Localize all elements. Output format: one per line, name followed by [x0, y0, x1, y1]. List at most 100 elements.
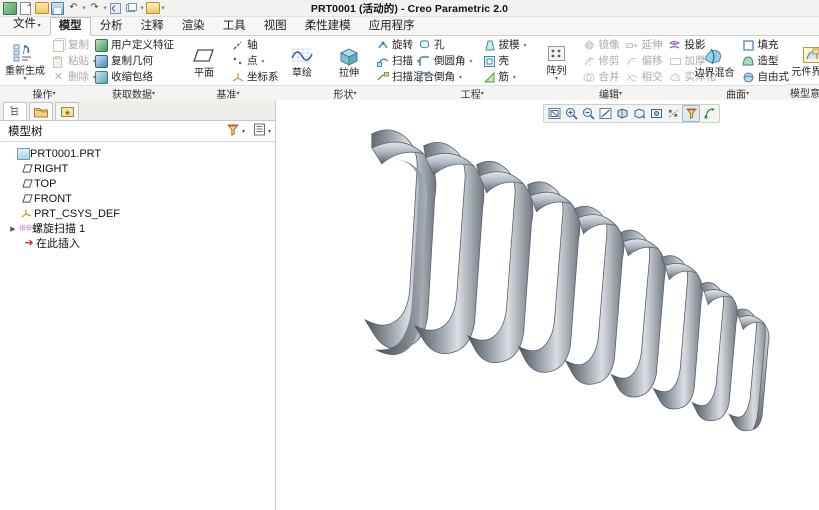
- user-defined-feature-button[interactable]: 用户定义特征: [93, 38, 176, 53]
- tree-item-front-plane[interactable]: FRONT: [0, 191, 275, 206]
- filter-caret-icon[interactable]: ▾: [242, 128, 245, 135]
- window-icon[interactable]: [124, 1, 139, 15]
- round-button[interactable]: 倒圆角 ▾: [416, 54, 475, 69]
- engineering-label-text: 工程: [460, 90, 481, 101]
- annotation-display-icon[interactable]: [682, 105, 700, 122]
- mirror-label: 镜像: [598, 39, 620, 51]
- sketch-button[interactable]: 草绘: [280, 43, 324, 80]
- refit-icon[interactable]: [546, 106, 562, 121]
- offset-button[interactable]: 偏移: [624, 54, 665, 69]
- favorites-tab[interactable]: [55, 102, 79, 120]
- model-tree[interactable]: PRT0001.PRT RIGHT TOP FRONT PRT_CSYS_DEF…: [0, 142, 275, 510]
- trim-button[interactable]: 修剪: [581, 54, 622, 69]
- ribbon-group-surfaces-label[interactable]: 曲面 ▾: [689, 85, 786, 101]
- new-file-icon[interactable]: [18, 1, 33, 15]
- regenerate-icon[interactable]: [108, 1, 123, 15]
- ribbon-group-engineering-label[interactable]: 工程 ▾: [413, 85, 532, 101]
- tab-analysis[interactable]: 分析: [91, 17, 132, 35]
- shrinkwrap-button[interactable]: 收缩包络: [93, 70, 176, 85]
- display-style-icon[interactable]: [614, 106, 630, 121]
- mirror-button[interactable]: 镜像: [581, 38, 622, 53]
- style-button[interactable]: 造型: [740, 54, 792, 69]
- tree-item-right-plane[interactable]: RIGHT: [0, 161, 275, 176]
- datum-axis-icon: [231, 39, 244, 52]
- tab-applications[interactable]: 应用程序: [360, 17, 424, 35]
- undo-caret-icon[interactable]: ▾: [82, 4, 86, 12]
- extrude-button[interactable]: 拉伸: [327, 43, 371, 80]
- rib-caret-icon[interactable]: ▾: [513, 74, 516, 81]
- close-window-icon[interactable]: [145, 1, 160, 15]
- datum-plane-button[interactable]: 平面: [182, 43, 226, 80]
- fill-button[interactable]: 填充: [740, 38, 792, 53]
- redo-caret-icon[interactable]: ▾: [103, 4, 107, 12]
- rib-button[interactable]: 筋 ▾: [481, 70, 529, 85]
- ribbon-group-get-data-label[interactable]: 获取数据 ▾: [88, 85, 179, 101]
- tree-item-helical-sweep[interactable]: ▶ ❊❊ 螺旋扫描 1: [0, 221, 275, 236]
- datum-display-filters-icon[interactable]: [665, 106, 681, 121]
- tree-item-top-plane[interactable]: TOP: [0, 176, 275, 191]
- zoom-in-icon[interactable]: [563, 106, 579, 121]
- intersect-button[interactable]: 相交: [624, 70, 665, 85]
- tab-annotate[interactable]: 注释: [132, 17, 173, 35]
- app-logo-icon[interactable]: [2, 1, 17, 15]
- regenerate-caret-icon[interactable]: ▾: [23, 76, 26, 82]
- zoom-out-icon[interactable]: [580, 106, 596, 121]
- filter-icon[interactable]: [226, 123, 240, 139]
- merge-button[interactable]: 合并: [581, 70, 622, 85]
- undo-icon[interactable]: ↶: [66, 1, 81, 15]
- repaint-icon[interactable]: [597, 106, 613, 121]
- tab-file[interactable]: 文件 ▾: [4, 15, 50, 35]
- tab-flexible-modeling[interactable]: 柔性建模: [296, 17, 360, 35]
- model-tree-tab[interactable]: [3, 102, 27, 120]
- tree-settings-caret-icon[interactable]: ▾: [268, 128, 271, 135]
- boundary-blend-button[interactable]: 边界混合: [693, 44, 737, 80]
- component-interface-button[interactable]: 元件界面: [789, 43, 819, 79]
- hole-button[interactable]: 孔: [416, 38, 475, 53]
- open-file-icon[interactable]: [34, 1, 49, 15]
- component-interface-label: 元件界面: [791, 67, 819, 78]
- redo-icon[interactable]: ↷: [87, 1, 102, 15]
- spin-center-icon[interactable]: [701, 106, 717, 121]
- datum-point-button[interactable]: 点 ▾: [229, 54, 281, 69]
- tab-model[interactable]: 模型: [49, 17, 91, 36]
- datum-point-caret-icon[interactable]: ▾: [262, 58, 265, 65]
- tree-item-insert-here[interactable]: ➜ 在此插入: [0, 236, 275, 251]
- pattern-button[interactable]: 阵列 ▾: [535, 41, 579, 83]
- datum-axis-button[interactable]: 轴: [229, 38, 281, 53]
- copy-geometry-button[interactable]: 复制几何: [93, 54, 176, 69]
- draft-caret-icon[interactable]: ▾: [524, 42, 527, 49]
- shell-button[interactable]: 壳: [481, 54, 529, 69]
- save-icon[interactable]: [50, 1, 65, 15]
- ribbon-group-model-intent-label[interactable]: 模型意图 ▾: [785, 84, 819, 100]
- tab-render[interactable]: 渲染: [173, 17, 214, 35]
- tree-expander[interactable]: ▶: [8, 225, 18, 233]
- regenerate-button[interactable]: f 重新生成 ▾: [3, 41, 47, 83]
- model-canvas[interactable]: [276, 100, 819, 499]
- chamfer-caret-icon[interactable]: ▾: [459, 74, 462, 81]
- coordinate-system-button[interactable]: 坐标系: [229, 70, 281, 85]
- ribbon-group-shapes-label[interactable]: 形状 ▾: [277, 85, 413, 101]
- extend-button[interactable]: 延伸: [624, 38, 665, 53]
- ribbon-group-operations-label[interactable]: 操作 ▾: [0, 85, 88, 101]
- tab-flexible-modeling-label: 柔性建模: [304, 20, 351, 32]
- tree-settings-icon[interactable]: [253, 123, 266, 139]
- customize-qat-icon[interactable]: ▾: [161, 4, 165, 12]
- ribbon-group-editing-label[interactable]: 编辑 ▾: [531, 85, 690, 101]
- pattern-caret-icon[interactable]: ▾: [555, 76, 558, 82]
- round-caret-icon[interactable]: ▾: [470, 58, 473, 65]
- window-caret-icon[interactable]: ▾: [140, 4, 144, 12]
- tab-tools[interactable]: 工具: [214, 17, 255, 35]
- folder-browser-tab[interactable]: [29, 102, 53, 120]
- graphics-window[interactable]: [276, 100, 819, 510]
- freestyle-button[interactable]: 自由式: [740, 70, 792, 85]
- chamfer-button[interactable]: 倒角 ▾: [416, 70, 475, 85]
- mirror-icon: [583, 39, 596, 52]
- datum-plane-icon: [20, 164, 34, 173]
- perspective-view-icon[interactable]: [648, 106, 664, 121]
- tab-view[interactable]: 视图: [255, 17, 296, 35]
- tree-item-part[interactable]: PRT0001.PRT: [0, 146, 275, 161]
- tree-item-coordinate-system[interactable]: PRT_CSYS_DEF: [0, 206, 275, 221]
- draft-button[interactable]: 拔模 ▾: [481, 38, 529, 53]
- saved-orientations-icon[interactable]: [631, 106, 647, 121]
- ribbon-group-datum-label[interactable]: 基准 ▾: [179, 85, 277, 101]
